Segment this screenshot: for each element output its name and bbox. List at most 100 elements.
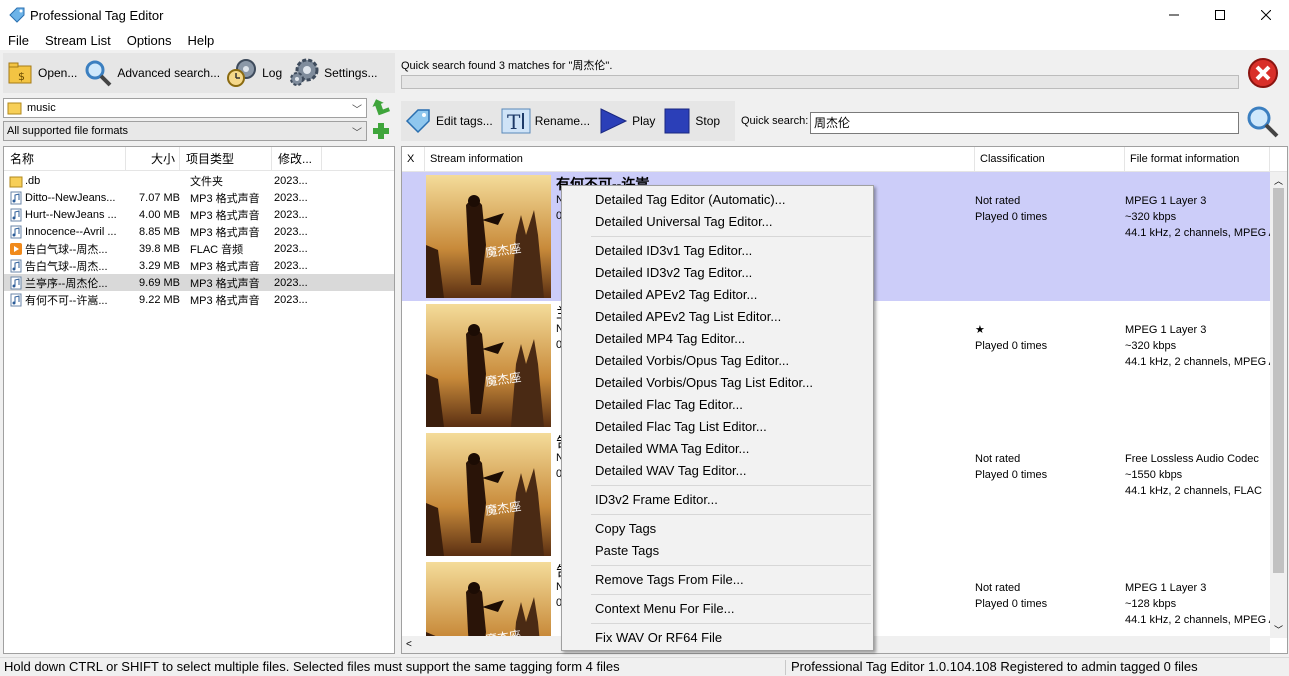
file-list-row[interactable]: Hurt--NewJeans ... 4.00 MB MP3 格式声音 2023... [4,206,394,223]
file-format-cell: Free Lossless Audio Codec ~1550 kbps 44.1 … [1125,451,1270,499]
format-filter-combo[interactable]: All supported file formats ﹀ [3,121,367,141]
menu-file[interactable]: File [0,33,37,48]
scroll-down-icon[interactable]: ﹀ [1274,623,1283,636]
context-menu-item[interactable]: Detailed Vorbis/Opus Tag Editor... [562,350,873,372]
file-list-row[interactable]: Ditto--NewJeans... 7.07 MB MP3 格式声音 2023... [4,189,394,206]
music-file-icon [10,276,22,289]
chevron-down-icon: ﹀ [352,105,362,116]
col-name[interactable]: 名称 [4,146,126,171]
file-type: MP3 格式声音 [190,277,260,290]
context-menu-item[interactable]: Detailed APEv2 Tag List Editor... [562,306,873,328]
file-format-line: 44.1 kHz, 2 channels, MPEG A [1125,227,1270,239]
context-menu-item[interactable]: Detailed ID3v2 Tag Editor... [562,262,873,284]
context-menu-item[interactable]: Detailed Flac Tag Editor... [562,394,873,416]
log-label: Log [262,66,283,80]
scroll-left-icon[interactable]: < [406,639,412,650]
cancel-search-icon[interactable] [1247,57,1279,89]
menu-separator [591,485,871,486]
music-file-icon [10,225,22,238]
stop-button[interactable]: Stop [660,104,723,138]
open-button[interactable]: $ Open... [3,56,80,90]
col-modified[interactable]: 修改... [272,146,322,171]
file-format-line: ~1550 kbps [1125,469,1183,481]
col-x[interactable]: X [402,147,425,172]
close-icon [1261,10,1271,20]
play-label: Play [632,114,656,128]
music-file-icon [10,293,22,306]
file-format-line: Free Lossless Audio Codec [1125,453,1259,465]
file-name-cell: 告白气球--周杰... [4,241,126,257]
menu-help[interactable]: Help [180,33,223,48]
quick-search-icon[interactable] [1245,104,1281,140]
play-count-text: Played 0 times [975,598,1048,610]
context-menu-item[interactable]: Copy Tags [562,518,873,540]
file-list-row[interactable]: Innocence--Avril ... 8.85 MB MP3 格式声音 2023.… [4,223,394,240]
file-list-row[interactable]: .db 文件夹 2023... [4,172,394,189]
file-format-line: 44.1 kHz, 2 channels, MPEG A [1125,356,1270,368]
album-art-thumbnail: 魔杰座 [426,175,551,298]
folder-combo-value: music [27,102,56,114]
col-type[interactable]: 项目类型 [180,146,272,171]
context-menu-item[interactable]: Detailed MP4 Tag Editor... [562,328,873,350]
log-button[interactable]: Log [223,56,285,90]
file-name: 告白气球--周杰... [25,260,108,273]
advanced-search-button[interactable]: Advanced search... [80,56,223,90]
close-button[interactable] [1243,0,1289,30]
edit-tags-button[interactable]: Edit tags... [401,104,496,138]
file-name: .db [25,174,41,187]
stream-toolbar: Edit tags... T Rename... Play Stop [401,101,735,141]
file-name-cell: .db [4,174,126,188]
quick-search-input[interactable]: 周杰伦 [810,112,1239,134]
context-menu-item[interactable]: Detailed ID3v1 Tag Editor... [562,240,873,262]
context-menu-item[interactable]: Detailed APEv2 Tag Editor... [562,284,873,306]
rating-text: Not rated [975,453,1021,465]
rating-text: Not rated [975,582,1021,594]
minimize-button[interactable] [1151,0,1197,30]
col-classification[interactable]: Classification [975,147,1125,172]
context-menu: Detailed Tag Editor (Automatic)... Detail… [561,185,874,651]
context-menu-item[interactable]: Detailed Flac Tag List Editor... [562,416,873,438]
context-menu-item[interactable]: Detailed Universal Tag Editor... [562,211,873,233]
file-type: MP3 格式声音 [190,192,260,205]
context-menu-item[interactable]: Remove Tags From File... [562,569,873,591]
menu-separator [591,623,871,624]
folder-combo[interactable]: music ﹀ [3,98,367,118]
file-list-row[interactable]: 有何不可--许嵩... 9.22 MB MP3 格式声音 2023... [4,291,394,308]
context-menu-item[interactable]: Detailed Tag Editor (Automatic)... [562,189,873,211]
up-folder-icon[interactable] [372,98,390,116]
file-list-row[interactable]: 兰亭序--周杰伦... 9.69 MB MP3 格式声音 2023... [4,274,394,291]
folder-icon [9,176,23,187]
file-list-row[interactable]: 告白气球--周杰... 39.8 MB FLAC 音频 2023... [4,240,394,257]
scrollbar-thumb[interactable] [1273,188,1284,573]
vertical-scrollbar[interactable]: ︿ ﹀ [1270,172,1287,638]
add-icon[interactable] [372,122,390,140]
file-format-line: ~128 kbps [1125,598,1177,610]
menu-options[interactable]: Options [119,33,180,48]
rename-button[interactable]: T Rename... [498,104,593,138]
advanced-search-label: Advanced search... [117,66,221,80]
file-list-row[interactable]: 告白气球--周杰... 3.29 MB MP3 格式声音 2023... [4,257,394,274]
file-modified: 2023... [274,276,308,289]
context-menu-item[interactable]: Paste Tags [562,540,873,562]
file-format-cell: MPEG 1 Layer 3 ~320 kbps 44.1 kHz, 2 chann… [1125,193,1270,241]
col-stream-info[interactable]: Stream information [425,147,975,172]
file-list-header: 名称 大小 项目类型 修改... [4,146,394,171]
context-menu-item[interactable]: Detailed WMA Tag Editor... [562,438,873,460]
context-menu-item[interactable]: Detailed Vorbis/Opus Tag List Editor... [562,372,873,394]
maximize-button[interactable] [1197,0,1243,30]
context-menu-item[interactable]: Detailed WAV Tag Editor... [562,460,873,482]
file-modified: 2023... [274,174,308,187]
context-menu-item[interactable]: Fix WAV Or RF64 File [562,627,873,649]
col-file-format[interactable]: File format information [1125,147,1270,172]
col-size[interactable]: 大小 [126,146,180,171]
play-button[interactable]: Play [595,104,658,138]
file-format-cell: MPEG 1 Layer 3 ~128 kbps 44.1 kHz, 2 chann… [1125,580,1270,628]
menu-stream-list[interactable]: Stream List [37,33,119,48]
context-menu-item[interactable]: ID3v2 Frame Editor... [562,489,873,511]
context-menu-item[interactable]: Context Menu For File... [562,598,873,620]
maximize-icon [1215,10,1225,20]
title-bar: Professional Tag Editor [0,0,1289,30]
settings-button[interactable]: Settings... [285,56,380,90]
scroll-up-icon[interactable]: ︿ [1274,174,1283,187]
format-filter-value: All supported file formats [7,125,129,137]
